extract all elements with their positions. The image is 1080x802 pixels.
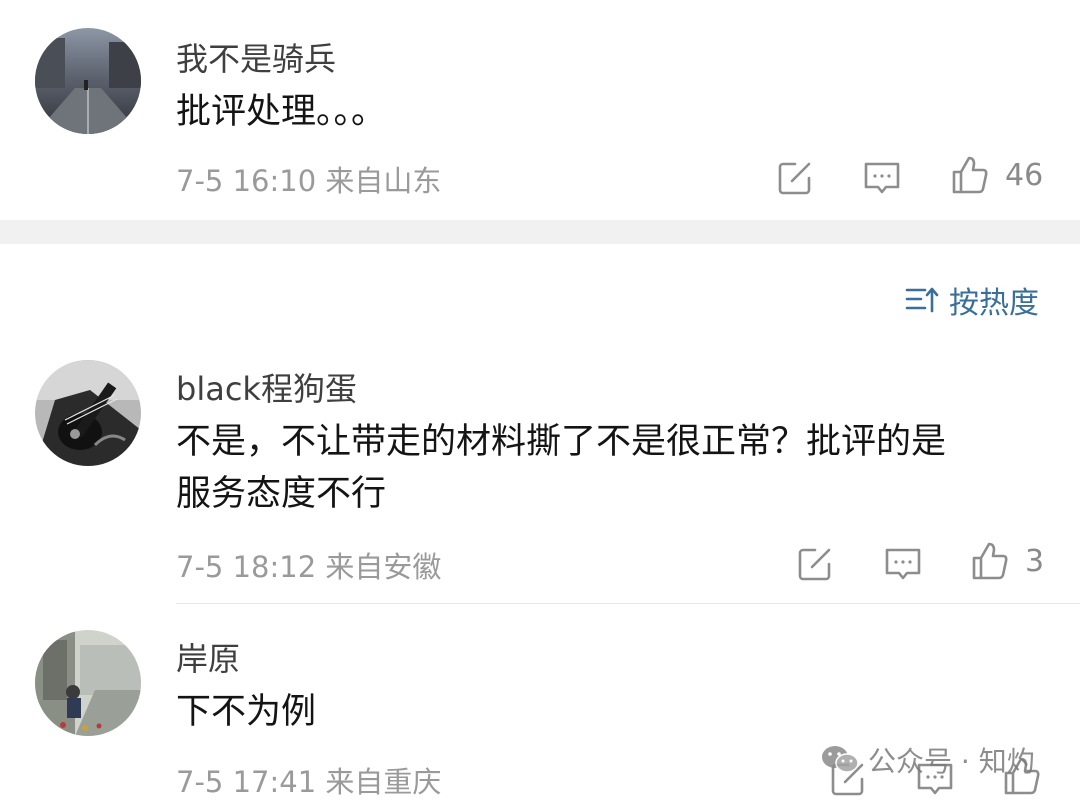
like-count: 3 <box>1025 544 1045 579</box>
sort-label: 按热度 <box>949 286 1039 321</box>
share-icon[interactable] <box>775 158 815 198</box>
watermark: 公众号 · 知灼 <box>820 740 1035 780</box>
avatar[interactable] <box>35 630 141 736</box>
comment-text: 下不为例 <box>176 686 316 738</box>
sort-icon <box>905 287 939 313</box>
comment-text: 批评处理。。。 <box>176 86 386 138</box>
comment-meta: 7-5 18:12 来自安徽 <box>176 544 441 586</box>
username[interactable]: 我不是骑兵 <box>176 34 336 80</box>
comment-meta: 7-5 16:10 来自山东 <box>176 158 441 200</box>
avatar[interactable] <box>35 28 141 134</box>
comment-meta: 7-5 17:41 来自重庆 <box>176 759 441 801</box>
comment-icon[interactable] <box>883 544 923 584</box>
wechat-icon <box>822 746 859 773</box>
comment-text-line: 下不为例 <box>176 692 317 732</box>
share-icon[interactable] <box>795 544 835 584</box>
comment-location: 来自安徽 <box>325 550 442 584</box>
comment-feed: 我不是骑兵 批评处理。。。 7-5 16:10 来自山东 46 按热度 blac… <box>0 0 1080 802</box>
comment-location: 来自重庆 <box>325 765 442 799</box>
thumbs-up-icon[interactable] <box>970 541 1010 581</box>
comment-location: 来自山东 <box>325 164 442 198</box>
sort-by-hot-button[interactable]: 按热度 <box>905 278 1039 322</box>
comment-date: 7-5 18:12 <box>176 550 317 584</box>
comment-text: 不是，不让带走的材料撕了不是很正常？批评的是 服务态度不行 <box>176 416 946 520</box>
comment-text-line: 服务态度不行 <box>176 474 387 514</box>
watermark-label: 公众号 · 知灼 <box>868 745 1035 778</box>
section-separator <box>0 220 1080 244</box>
comment-text-line: 批评处理。。。 <box>176 92 387 132</box>
username[interactable]: 岸原 <box>176 634 240 680</box>
comment-text-line: 不是，不让带走的材料撕了不是很正常？批评的是 <box>176 422 947 462</box>
comment-date: 7-5 17:41 <box>176 765 317 799</box>
comment-icon[interactable] <box>862 158 902 198</box>
thumbs-up-icon[interactable] <box>950 155 990 195</box>
comment-date: 7-5 16:10 <box>176 164 317 198</box>
comment-item: 我不是骑兵 批评处理。。。 7-5 16:10 来自山东 46 <box>0 0 1080 220</box>
like-count: 46 <box>1005 158 1044 193</box>
username[interactable]: black程狗蛋 <box>176 364 357 410</box>
comment-item: black程狗蛋 不是，不让带走的材料撕了不是很正常？批评的是 服务态度不行 7… <box>0 340 1080 605</box>
avatar[interactable] <box>35 360 141 466</box>
